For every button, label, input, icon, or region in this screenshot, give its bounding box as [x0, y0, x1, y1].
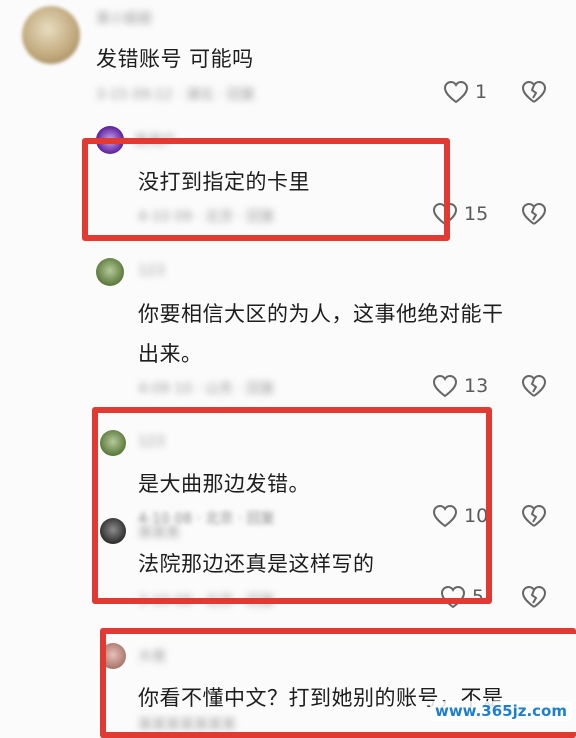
dislike-button[interactable]	[521, 504, 547, 528]
username[interactable]: 某小姐姐	[96, 8, 152, 28]
comment-meta: 4-09 10 · 山东 · 回复	[138, 381, 275, 397]
comment-meta: 3-15 09:12 · 湖北 · 回复	[96, 87, 256, 103]
like-count: 15	[464, 203, 489, 225]
highlight-box	[82, 138, 450, 241]
dislike-button[interactable]	[521, 202, 547, 226]
comment-text: 你要相信大区的为人，这事他绝对能干	[138, 302, 504, 326]
broken-heart-icon	[521, 374, 547, 397]
dislike-button[interactable]	[521, 585, 547, 609]
dislike-button[interactable]	[521, 374, 547, 398]
broken-heart-icon	[521, 202, 547, 225]
highlight-box	[100, 628, 576, 738]
highlight-box	[92, 407, 492, 604]
broken-heart-icon	[521, 585, 547, 608]
heart-icon	[432, 374, 458, 398]
comment-text: 出来。	[138, 342, 203, 366]
like-button[interactable]: 1	[443, 80, 487, 104]
broken-heart-icon	[521, 80, 547, 103]
dislike-button[interactable]	[521, 80, 547, 104]
like-button[interactable]: 13	[432, 374, 488, 398]
avatar[interactable]	[96, 258, 124, 286]
broken-heart-icon	[521, 504, 547, 527]
username[interactable]: 123	[138, 263, 165, 279]
like-count: 1	[475, 81, 488, 103]
like-count: 13	[464, 375, 489, 397]
watermark: www.365jz.com	[429, 701, 572, 721]
comment-text: 发错账号 可能吗	[96, 47, 254, 71]
heart-icon	[443, 80, 469, 104]
avatar[interactable]	[22, 6, 80, 64]
